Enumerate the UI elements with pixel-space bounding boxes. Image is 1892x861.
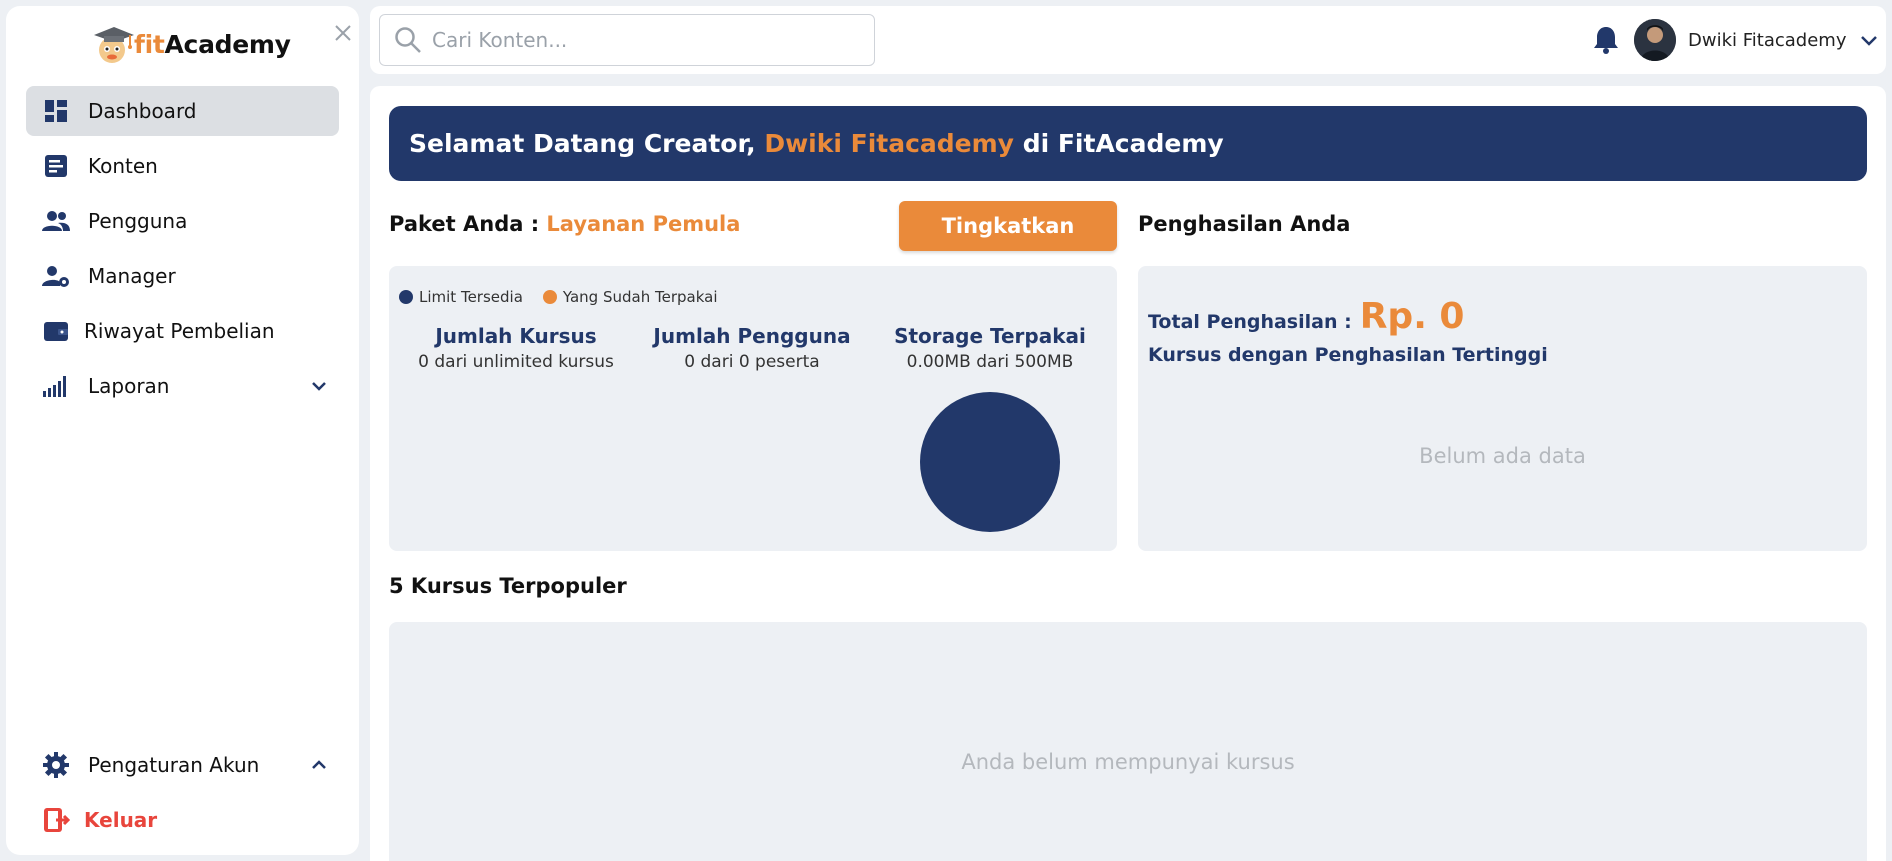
package-heading: Paket Anda : Layanan Pemula bbox=[389, 212, 740, 236]
search-icon bbox=[395, 27, 421, 53]
sidebar-item-label: Laporan bbox=[88, 374, 170, 398]
manager-icon bbox=[42, 262, 70, 290]
sidebar-item-label: Pengguna bbox=[88, 209, 188, 233]
popular-courses-card: Anda belum mempunyai kursus bbox=[389, 622, 1867, 861]
chevron-down-icon bbox=[307, 374, 331, 398]
sidebar-item-label: Manager bbox=[88, 264, 176, 288]
logout-button[interactable]: Keluar bbox=[26, 795, 339, 845]
gear-icon bbox=[42, 751, 70, 779]
package-value: Layanan Pemula bbox=[546, 212, 741, 236]
sidebar-item-pengguna[interactable]: Pengguna bbox=[26, 196, 339, 246]
stat-title: Jumlah Pengguna bbox=[653, 324, 851, 348]
welcome-name: Dwiki Fitacademy bbox=[764, 129, 1014, 158]
brand-name-prefix: fit bbox=[134, 29, 165, 59]
stat-sub: 0 dari 0 peserta bbox=[684, 352, 820, 372]
signal-bars-icon bbox=[42, 372, 70, 400]
legend-item-used: Yang Sudah Terpakai bbox=[542, 288, 718, 306]
avatar bbox=[1634, 19, 1676, 61]
brand-name-suffix: Academy bbox=[164, 29, 291, 59]
sidebar-item-label: Konten bbox=[88, 154, 158, 178]
sidebar-item-label: Riwayat Pembelian bbox=[84, 319, 275, 343]
brand-name: fitAcademy bbox=[134, 30, 291, 59]
pie-slice-limit-tersedia bbox=[920, 392, 1060, 532]
sidebar-bottom: Pengaturan Akun Keluar bbox=[26, 740, 339, 850]
legend-item-available: Limit Tersedia bbox=[399, 288, 523, 306]
chevron-down-icon bbox=[1858, 29, 1880, 51]
sidebar-item-dashboard[interactable]: Dashboard bbox=[26, 86, 339, 136]
dashboard-icon bbox=[42, 97, 70, 125]
sidebar-item-konten[interactable]: Konten bbox=[26, 141, 339, 191]
legend-label: Yang Sudah Terpakai bbox=[562, 288, 718, 306]
user-name: Dwiki Fitacademy bbox=[1688, 29, 1847, 51]
stat-courses: Jumlah Kursus 0 dari unlimited kursus bbox=[411, 324, 621, 372]
income-card: Total Penghasilan : Rp. 0 Kursus dengan … bbox=[1138, 266, 1867, 551]
empty-state-text: Belum ada data bbox=[1419, 444, 1586, 468]
stat-title: Jumlah Kursus bbox=[435, 324, 597, 348]
total-income: Total Penghasilan : Rp. 0 bbox=[1148, 296, 1464, 337]
users-icon bbox=[42, 207, 70, 235]
sidebar-item-riwayat-pembelian[interactable]: Riwayat Pembelian bbox=[26, 306, 339, 356]
stat-users: Jumlah Pengguna 0 dari 0 peserta bbox=[647, 324, 857, 372]
package-stats-card: Limit Tersedia Yang Sudah Terpakai Jumla… bbox=[389, 266, 1117, 551]
sidebar: fitAcademy Dashboard Konten Pengguna Man… bbox=[6, 6, 359, 855]
stat-sub: 0.00MB dari 500MB bbox=[906, 352, 1074, 372]
chart-legend: Limit Tersedia Yang Sudah Terpakai bbox=[399, 288, 738, 306]
sidebar-item-laporan[interactable]: Laporan bbox=[26, 361, 339, 411]
welcome-banner: Selamat Datang Creator, Dwiki Fitacademy… bbox=[389, 106, 1867, 181]
sidebar-item-label: Dashboard bbox=[88, 99, 197, 123]
total-income-label: Total Penghasilan : bbox=[1148, 311, 1352, 333]
search-box[interactable] bbox=[379, 14, 875, 66]
stat-storage: Storage Terpakai 0.00MB dari 500MB bbox=[885, 324, 1095, 372]
welcome-suffix: di FitAcademy bbox=[1013, 129, 1224, 158]
stat-sub: 0 dari unlimited kursus bbox=[418, 352, 614, 372]
logo[interactable]: fitAcademy bbox=[90, 22, 291, 66]
logout-icon bbox=[42, 806, 70, 834]
notification-bell-icon[interactable] bbox=[1590, 24, 1622, 56]
stat-title: Storage Terpakai bbox=[894, 324, 1086, 348]
storage-pie-chart bbox=[920, 392, 1060, 532]
legend-label: Limit Tersedia bbox=[419, 288, 523, 306]
content-icon bbox=[42, 152, 70, 180]
sidebar-nav: Dashboard Konten Pengguna Manager Riwaya… bbox=[26, 86, 339, 416]
logout-label: Keluar bbox=[84, 808, 158, 832]
welcome-prefix: Selamat Datang Creator, bbox=[409, 129, 765, 158]
top-income-course-label: Kursus dengan Penghasilan Tertinggi bbox=[1148, 344, 1548, 366]
search-input[interactable] bbox=[432, 28, 852, 52]
close-sidebar-button[interactable] bbox=[328, 18, 358, 48]
sidebar-item-pengaturan-akun[interactable]: Pengaturan Akun bbox=[26, 740, 339, 790]
legend-swatch-available bbox=[399, 290, 413, 304]
user-menu[interactable]: Dwiki Fitacademy bbox=[1634, 18, 1880, 62]
income-title: Penghasilan Anda bbox=[1138, 212, 1351, 236]
wallet-icon bbox=[42, 317, 70, 345]
legend-swatch-used bbox=[542, 290, 557, 304]
close-icon bbox=[335, 25, 351, 41]
package-label: Paket Anda : bbox=[389, 212, 547, 236]
main-panel: Selamat Datang Creator, Dwiki Fitacademy… bbox=[370, 86, 1886, 861]
mascot-logo-icon bbox=[90, 22, 138, 66]
sidebar-item-manager[interactable]: Manager bbox=[26, 251, 339, 301]
empty-state-text: Anda belum mempunyai kursus bbox=[961, 750, 1295, 774]
total-income-value: Rp. 0 bbox=[1359, 296, 1465, 337]
chevron-up-icon bbox=[307, 753, 331, 777]
upgrade-button[interactable]: Tingkatkan bbox=[899, 201, 1117, 251]
popular-courses-title: 5 Kursus Terpopuler bbox=[389, 574, 627, 598]
sidebar-item-label: Pengaturan Akun bbox=[88, 753, 260, 777]
topbar: Dwiki Fitacademy bbox=[370, 6, 1886, 74]
